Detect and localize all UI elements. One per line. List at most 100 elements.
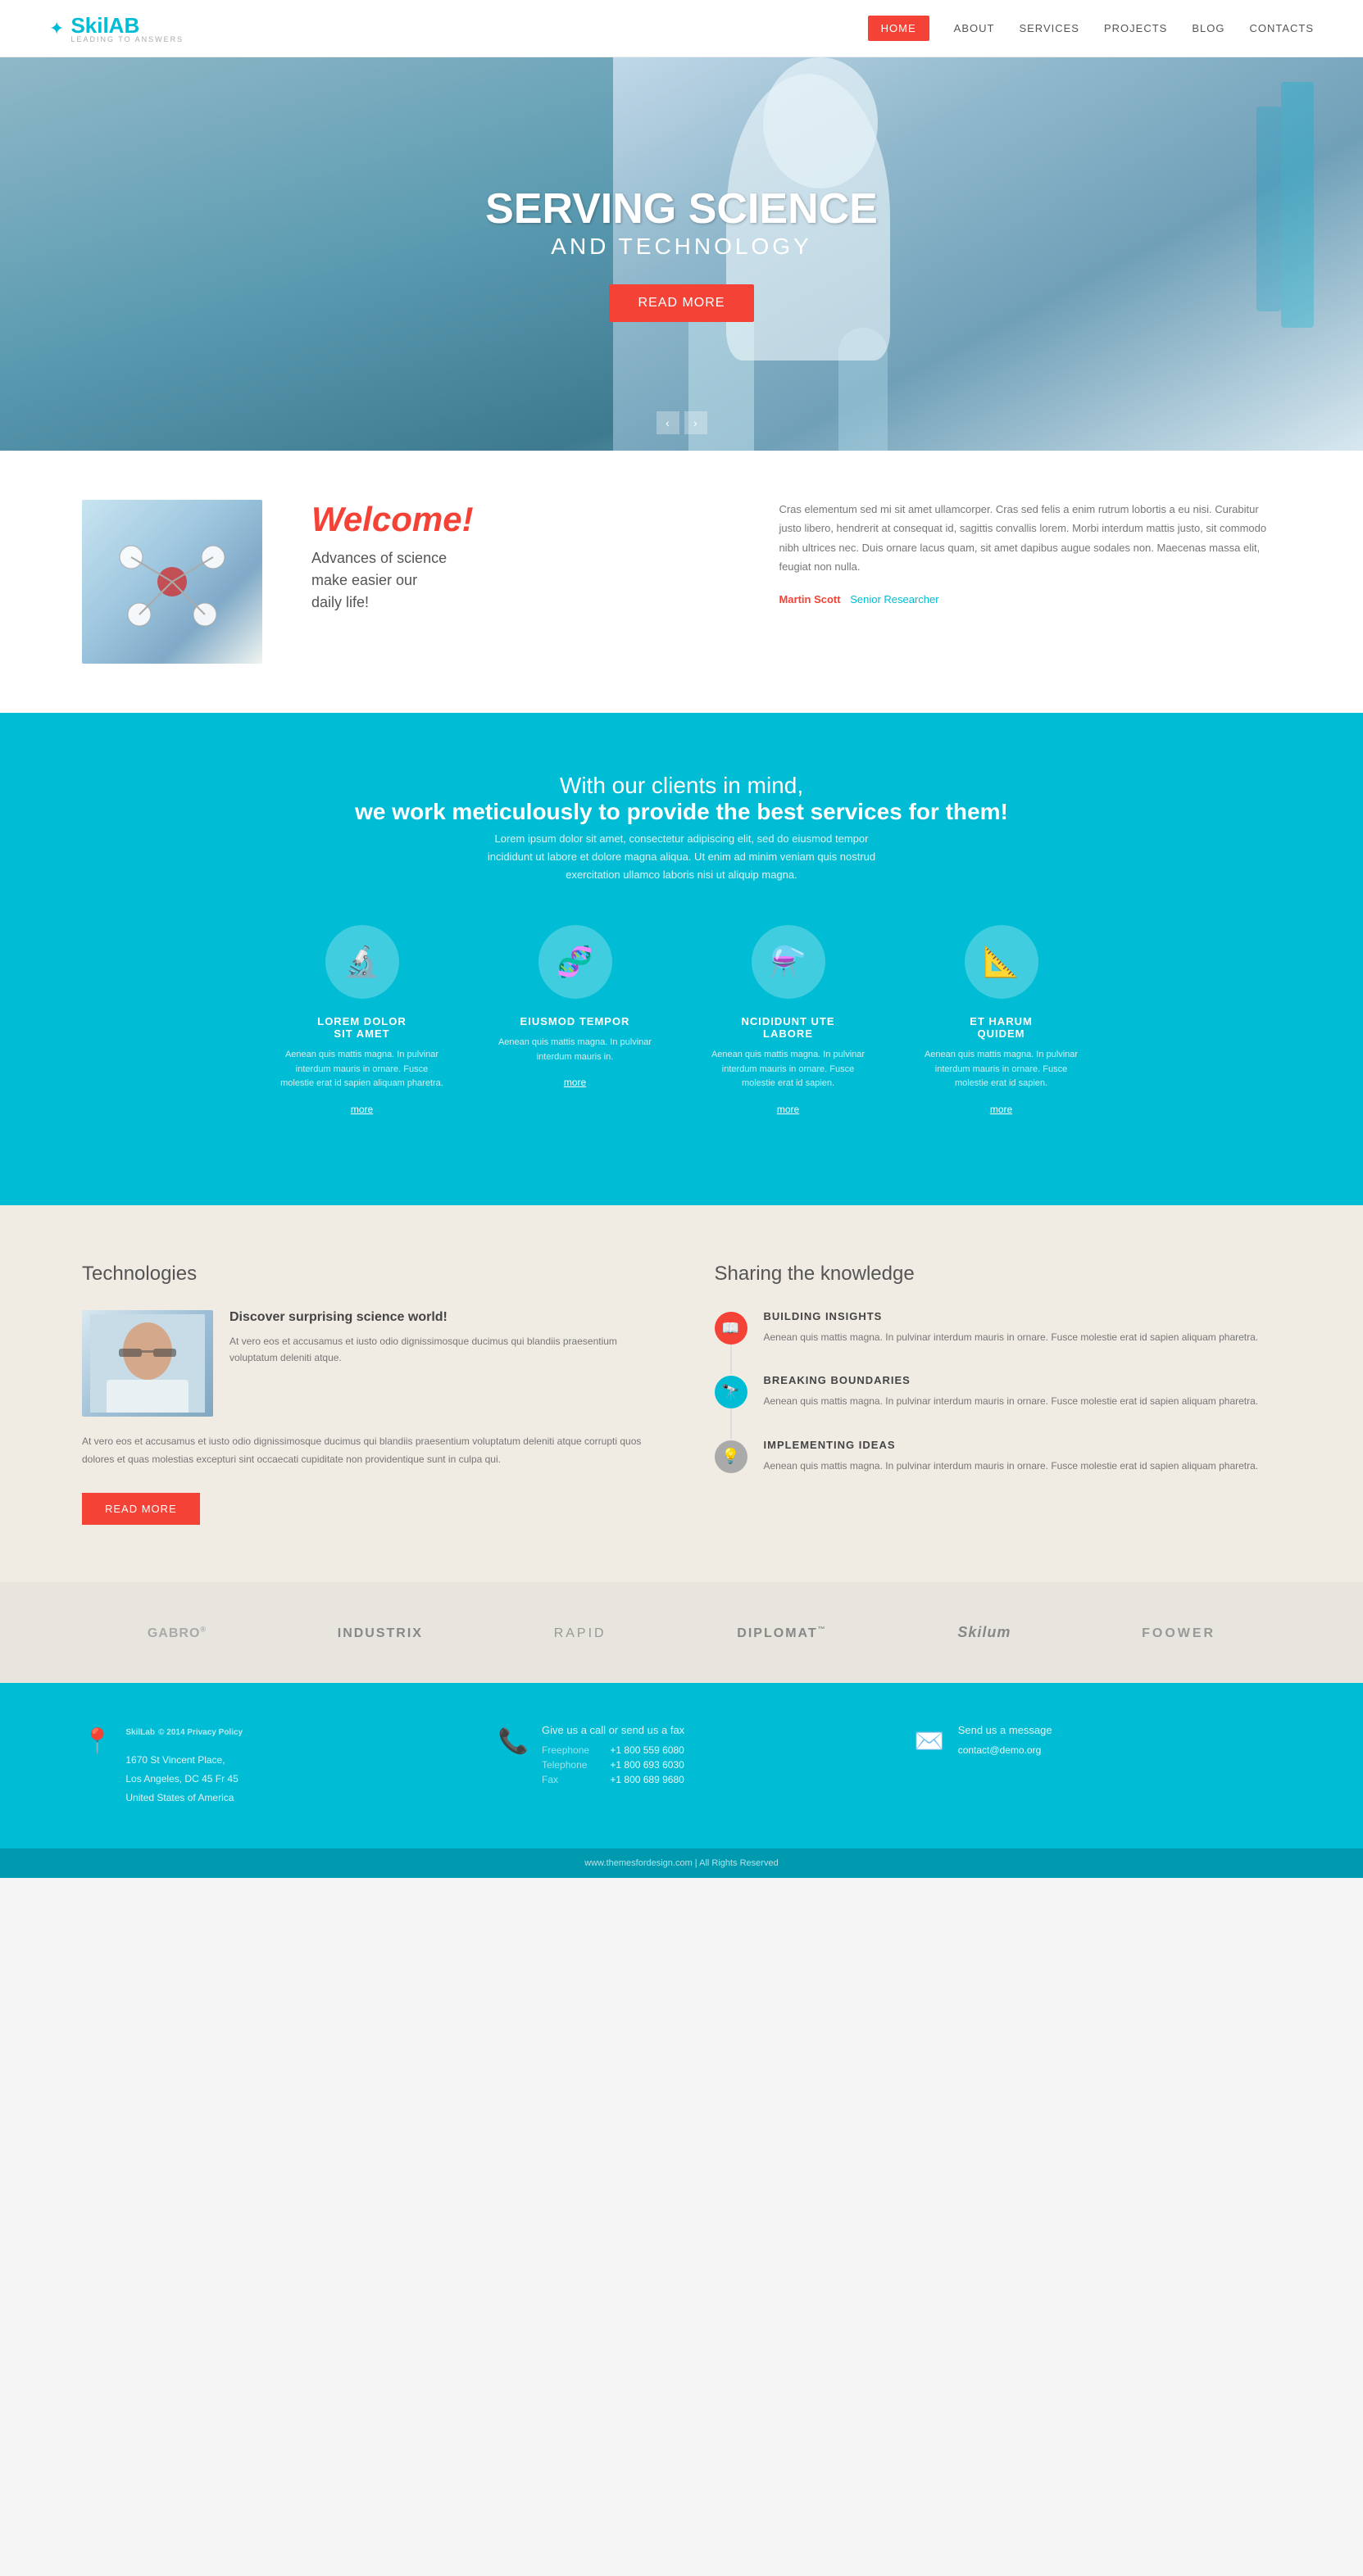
- service-more-2[interactable]: more: [564, 1077, 586, 1088]
- welcome-right: Cras elementum sed mi sit amet ullamcorp…: [779, 500, 1281, 605]
- partner-skilum: Skilum: [957, 1623, 1011, 1642]
- location-icon: 📍: [82, 1727, 112, 1756]
- knowledge-heading: Sharing the knowledge: [715, 1263, 1282, 1286]
- welcome-image-placeholder: [82, 500, 262, 664]
- nav-about[interactable]: ABOUT: [954, 22, 995, 34]
- services-title: With our clients in mind, we work meticu…: [66, 773, 1297, 825]
- knowledge-text-2: Aenean quis mattis magna. In pulvinar in…: [764, 1393, 1259, 1409]
- footer-brand-name: SkilLab: [125, 1728, 155, 1737]
- partner-industrix: INDUSTRIX: [338, 1623, 423, 1642]
- knowledge-content-3: IMPLEMENTING IDEAS Aenean quis mattis ma…: [764, 1439, 1259, 1474]
- email-icon: ✉️: [914, 1727, 944, 1756]
- telephone-label: Telephone: [542, 1759, 607, 1771]
- main-nav: HOME ABOUT SERVICES PROJECTS BLOG CONTAC…: [868, 16, 1314, 41]
- welcome-quote: Cras elementum sed mi sit amet ullamcorp…: [779, 500, 1281, 577]
- footer-brand-sub: © 2014 Privacy Policy: [158, 1728, 243, 1737]
- services-description: Lorem ipsum dolor sit amet, consectetur …: [477, 830, 887, 884]
- nav-home[interactable]: HOME: [868, 16, 929, 41]
- service-name-2: EIUSMOD TEMPOR: [520, 1015, 630, 1027]
- services-section: With our clients in mind, we work meticu…: [0, 715, 1363, 1205]
- services-grid: 🔬 LOREM DOLORSIT AMET Aenean quis mattis…: [66, 925, 1297, 1115]
- nav-projects[interactable]: PROJECTS: [1104, 22, 1167, 34]
- book-icon: 📖: [721, 1320, 739, 1337]
- tech-card-content: Discover surprising science world! At ve…: [229, 1310, 649, 1417]
- service-more-3[interactable]: more: [777, 1104, 799, 1115]
- logo-icon: ✦: [49, 18, 64, 39]
- service-icon-microscope: 🔬: [325, 925, 399, 999]
- knowledge-text-1: Aenean quis mattis magna. In pulvinar in…: [764, 1329, 1259, 1345]
- partner-diplomat: DIPLOMAT™: [737, 1623, 826, 1642]
- logo-subtitle: LEADING TO ANSWERS: [70, 35, 184, 43]
- services-title-line1: With our clients in mind,: [66, 773, 1297, 799]
- knowledge-dot-3: 💡: [715, 1440, 747, 1473]
- footer-freephone: Freephone +1 800 559 6080: [542, 1744, 684, 1756]
- tech-card-text: At vero eos et accusamus et iusto odio d…: [229, 1333, 649, 1367]
- logo: ✦ SkilAB LEADING TO ANSWERS: [49, 13, 184, 43]
- welcome-middle: Welcome! Advances of science make easier…: [311, 500, 729, 614]
- nav-contacts[interactable]: CONTACTS: [1249, 22, 1314, 34]
- service-item-4: 📐 ET HARUMQUIDEM Aenean quis mattis magn…: [920, 925, 1084, 1115]
- partners-section: GABRO® INDUSTRIX RAPID DIPLOMAT™ Skilum …: [0, 1582, 1363, 1683]
- footer-email-title: Send us a message: [958, 1724, 1052, 1736]
- knowledge-content-2: BREAKING BOUNDARIES Aenean quis mattis m…: [764, 1374, 1259, 1409]
- service-more-4[interactable]: more: [990, 1104, 1012, 1115]
- footer-address-col: 📍 SkilLab © 2014 Privacy Policy 1670 St …: [82, 1724, 449, 1807]
- knowledge-content-1: BUILDING INSIGHTS Aenean quis mattis mag…: [764, 1310, 1259, 1345]
- service-desc-2: Aenean quis mattis magna. In pulvinar in…: [493, 1036, 657, 1064]
- service-item-1: 🔬 LOREM DOLORSIT AMET Aenean quis mattis…: [280, 925, 444, 1115]
- footer-location: 📍 SkilLab © 2014 Privacy Policy 1670 St …: [82, 1724, 449, 1807]
- footer-brand: SkilLab © 2014 Privacy Policy: [125, 1724, 243, 1738]
- tech-knowledge-section: Technologies Discover surprising science…: [0, 1205, 1363, 1582]
- telephone-value: +1 800 693 6030: [610, 1759, 684, 1771]
- author-name: Martin Scott: [779, 593, 840, 605]
- header: ✦ SkilAB LEADING TO ANSWERS HOME ABOUT S…: [0, 0, 1363, 57]
- logo-text: SkilAB: [70, 13, 139, 38]
- service-icon-flask: ⚗️: [752, 925, 825, 999]
- footer-phone-title: Give us a call or send us a fax: [542, 1724, 684, 1736]
- tagline-line2: make easier our: [311, 572, 417, 588]
- knowledge-text-3: Aenean quis mattis magna. In pulvinar in…: [764, 1458, 1259, 1474]
- services-title-line2: we work meticulously to provide the best…: [355, 799, 1008, 824]
- nav-services[interactable]: SERVICES: [1019, 22, 1079, 34]
- read-more-button[interactable]: Read More: [82, 1493, 200, 1525]
- hero-prev-button[interactable]: ‹: [657, 411, 679, 434]
- service-item-3: ⚗️ NCIDIDUNT UTELABORE Aenean quis matti…: [706, 925, 870, 1115]
- service-more-1[interactable]: more: [351, 1104, 373, 1115]
- knowledge-item-2: 🔭 BREAKING BOUNDARIES Aenean quis mattis…: [715, 1374, 1282, 1409]
- scientist-image: [90, 1314, 205, 1413]
- nav-blog[interactable]: BLOG: [1192, 22, 1224, 34]
- phone-icon: 📞: [498, 1727, 529, 1756]
- knowledge-title-1: BUILDING INSIGHTS: [764, 1310, 1259, 1322]
- tagline-line1: Advances of science: [311, 550, 447, 566]
- tech-body-text: At vero eos et accusamus et iusto odio d…: [82, 1433, 649, 1468]
- knowledge-title-2: BREAKING BOUNDARIES: [764, 1374, 1259, 1386]
- partner-rapid: RAPID: [554, 1623, 607, 1642]
- freephone-value: +1 800 559 6080: [610, 1744, 684, 1756]
- timeline-line-1: [730, 1345, 732, 1374]
- tagline-line3: daily life!: [311, 594, 369, 610]
- address-line-3: United States of America: [125, 1789, 243, 1807]
- service-icon-dna: 🧬: [538, 925, 612, 999]
- telescope-icon: 🔭: [721, 1384, 739, 1401]
- knowledge-title-3: IMPLEMENTING IDEAS: [764, 1439, 1259, 1451]
- welcome-author: Martin Scott Senior Researcher: [779, 593, 1281, 605]
- welcome-image: [82, 500, 262, 664]
- hero-arrows: ‹ ›: [657, 411, 707, 434]
- hero-next-button[interactable]: ›: [684, 411, 707, 434]
- hero-read-more-button[interactable]: Read more: [609, 284, 755, 322]
- service-item-2: 🧬 EIUSMOD TEMPOR Aenean quis mattis magn…: [493, 925, 657, 1115]
- footer-email-col: ✉️ Send us a message contact@demo.org: [914, 1724, 1281, 1807]
- fax-value: +1 800 689 9680: [610, 1774, 684, 1785]
- knowledge-column: Sharing the knowledge 📖 BUILDING INSIGHT…: [715, 1263, 1282, 1525]
- knowledge-item-1: 📖 BUILDING INSIGHTS Aenean quis mattis m…: [715, 1310, 1282, 1345]
- footer: 📍 SkilLab © 2014 Privacy Policy 1670 St …: [0, 1683, 1363, 1848]
- footer-telephone: Telephone +1 800 693 6030: [542, 1759, 684, 1771]
- hero-content: SERVING SCIENCE AND TECHNOLOGY Read more: [485, 186, 878, 321]
- footer-phone: 📞 Give us a call or send us a fax Freeph…: [498, 1724, 866, 1789]
- service-name-1: LOREM DOLORSIT AMET: [317, 1015, 407, 1040]
- footer-email: ✉️ Send us a message contact@demo.org: [914, 1724, 1281, 1759]
- service-name-3: NCIDIDUNT UTELABORE: [741, 1015, 834, 1040]
- knowledge-item-3: 💡 IMPLEMENTING IDEAS Aenean quis mattis …: [715, 1439, 1282, 1474]
- service-desc-4: Aenean quis mattis magna. In pulvinar in…: [920, 1048, 1084, 1091]
- knowledge-timeline: 📖 BUILDING INSIGHTS Aenean quis mattis m…: [715, 1310, 1282, 1474]
